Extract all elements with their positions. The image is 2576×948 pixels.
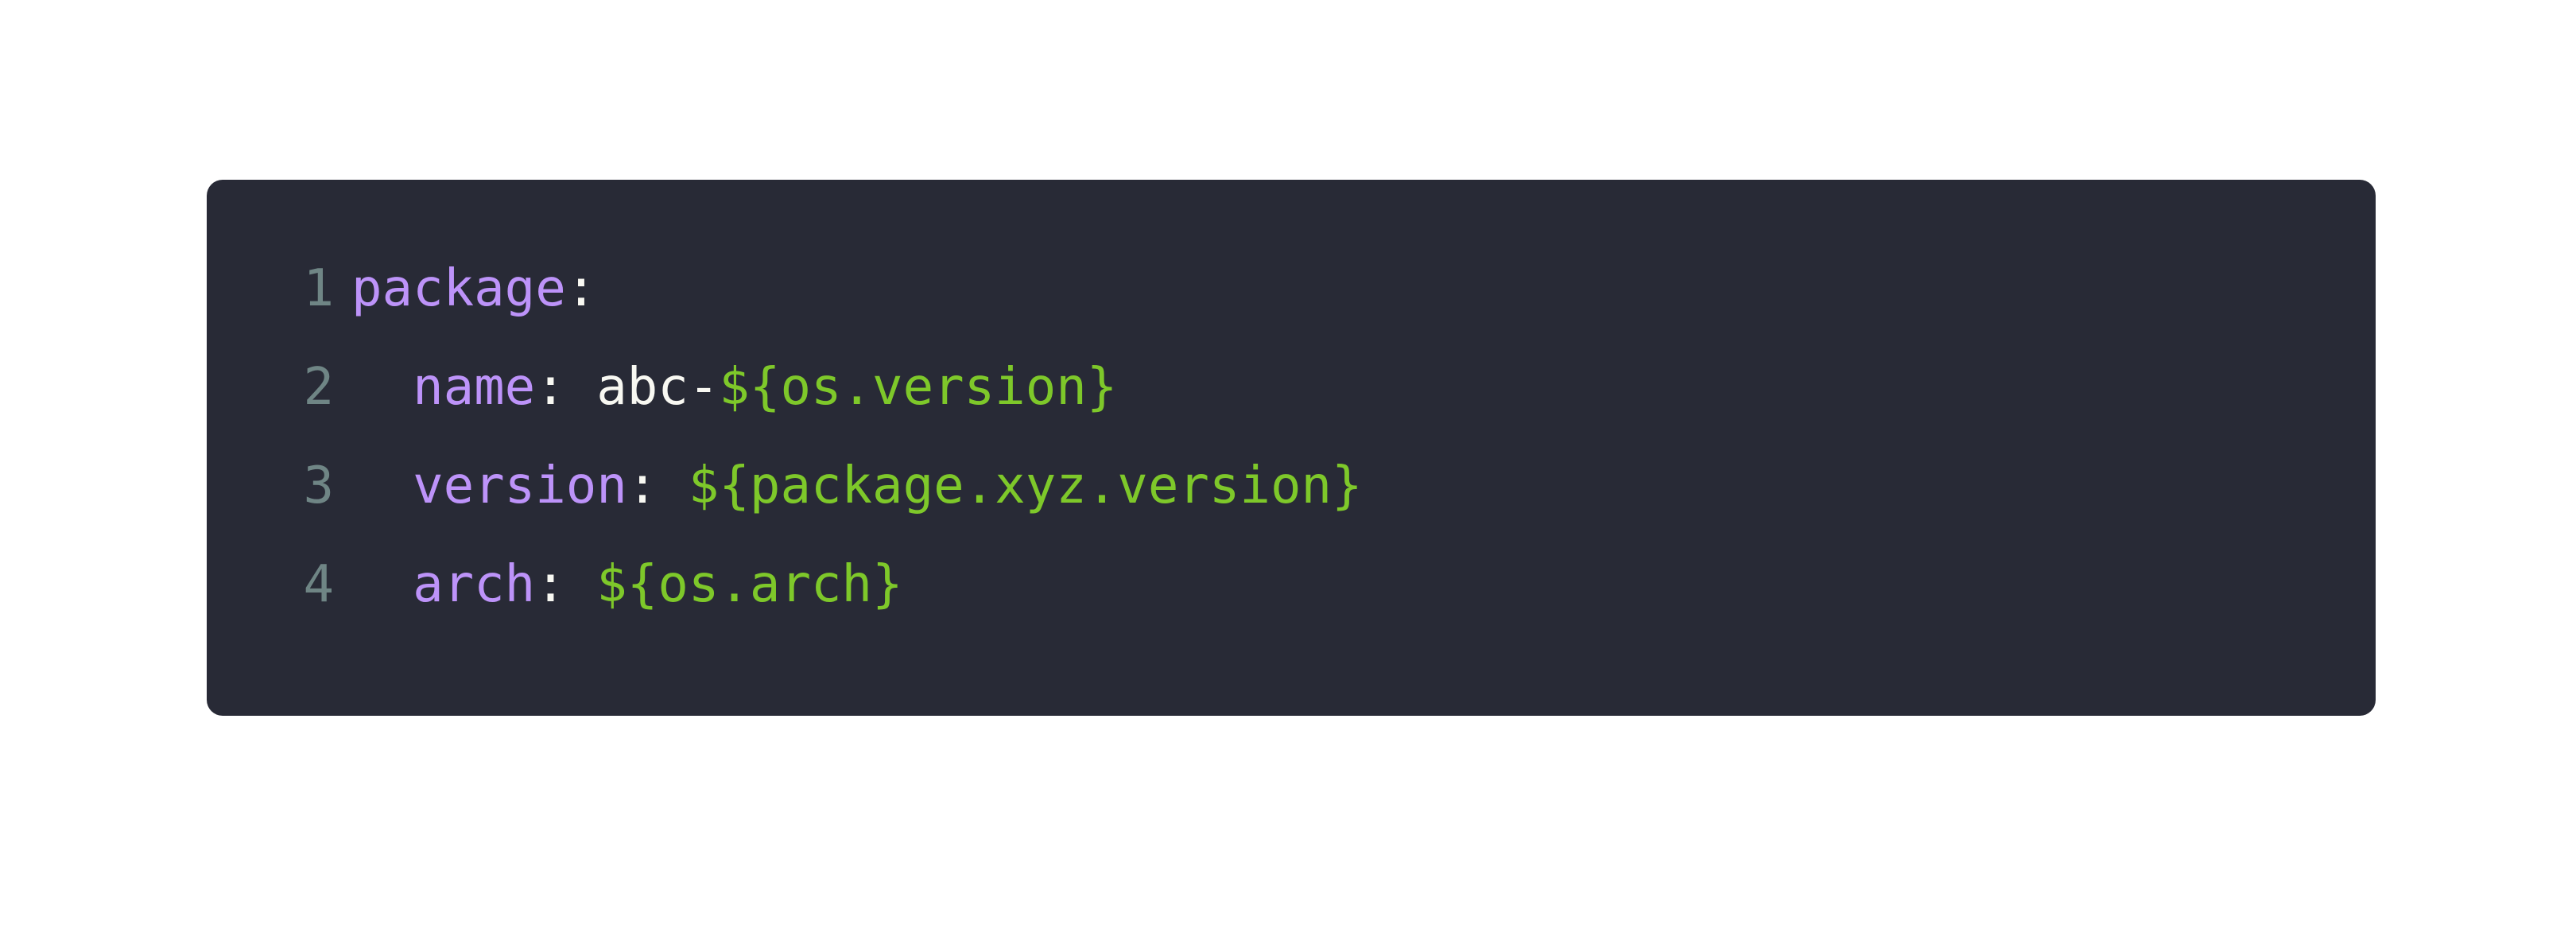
line-number: 1 <box>303 259 334 318</box>
yaml-key: package <box>351 259 566 318</box>
code-block: 1 package: 2 name: abc-${os.version} 3 v… <box>207 180 2376 716</box>
code-line: 4 arch: ${os.arch} <box>207 554 2376 652</box>
interpolation-value: ${os.version} <box>719 358 1118 417</box>
yaml-key: version <box>413 457 627 515</box>
colon: : <box>565 259 597 318</box>
line-content: arch: ${os.arch} <box>351 535 903 634</box>
colon: : <box>535 358 566 417</box>
interpolation-value: ${os.arch} <box>596 555 903 614</box>
line-number: 2 <box>303 358 334 417</box>
line-number: 4 <box>303 555 334 614</box>
line-content: version: ${package.xyz.version} <box>351 437 1363 535</box>
interpolation-value: ${package.xyz.version} <box>688 457 1363 515</box>
line-content: package: <box>351 239 596 338</box>
colon: : <box>535 555 566 614</box>
yaml-key: name <box>413 358 536 417</box>
colon: : <box>627 457 658 515</box>
yaml-key: arch <box>413 555 536 614</box>
plain-value: abc- <box>596 358 720 417</box>
line-content: name: abc-${os.version} <box>351 338 1117 437</box>
line-number: 3 <box>303 457 334 515</box>
